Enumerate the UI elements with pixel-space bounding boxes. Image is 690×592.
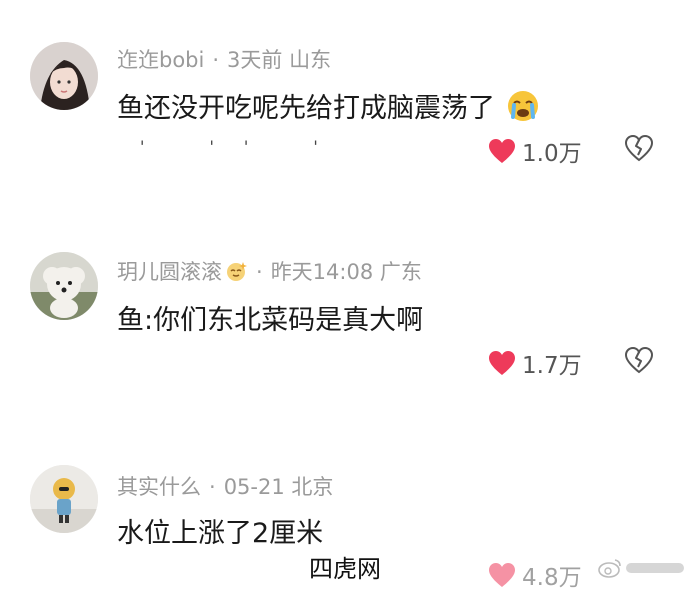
- username[interactable]: 其实什么: [117, 475, 201, 499]
- like-button[interactable]: 4.8万: [488, 558, 582, 592]
- separator: ·: [212, 48, 220, 72]
- timestamp: 3天前: [227, 48, 283, 72]
- weibo-logo-icon: [598, 559, 621, 578]
- girl-avatar-icon: [30, 42, 98, 110]
- heart-filled-icon: [489, 563, 515, 587]
- timestamp: 05-21: [223, 475, 285, 499]
- comment-text[interactable]: 水位上涨了2厘米: [117, 511, 323, 550]
- heart-filled-icon: [489, 139, 515, 163]
- image-artifacts: ' '' ': [140, 137, 348, 156]
- blurred-handle-icon: [626, 563, 684, 573]
- like-count: 1.7万: [522, 353, 582, 379]
- comment-text-content: 鱼还没开吃呢先给打成脑震荡了: [117, 93, 495, 124]
- like-button[interactable]: 1.7万: [488, 346, 582, 380]
- watermark: 四虎网: [270, 548, 420, 590]
- username[interactable]: 玥儿圆滚滚: [117, 260, 222, 284]
- sparkle-emoji-icon: [227, 262, 247, 281]
- comment-text[interactable]: 鱼还没开吃呢先给打成脑震荡了: [117, 86, 540, 125]
- figure-avatar-icon: [30, 465, 98, 533]
- comment-meta: 玥儿圆滚滚 · 昨天14:08 广东: [117, 256, 422, 286]
- location: 广东: [379, 260, 422, 284]
- weibo-watermark: [598, 558, 686, 578]
- separator: ·: [256, 260, 263, 284]
- heart-filled-icon: [489, 351, 515, 375]
- comment-text-content: 水位上涨了2厘米: [117, 518, 324, 549]
- dislike-broken-heart-icon[interactable]: [624, 345, 654, 375]
- comment-text[interactable]: 鱼:你们东北菜码是真大啊: [117, 298, 423, 337]
- like-button[interactable]: 1.0万: [488, 134, 582, 168]
- separator: ·: [209, 475, 216, 499]
- location: 山东: [289, 48, 332, 72]
- crying-emoji-icon: [507, 91, 538, 121]
- dog-avatar-icon: [30, 252, 98, 320]
- username[interactable]: 迮迮bobi: [117, 48, 204, 72]
- dislike-broken-heart-icon[interactable]: [624, 133, 654, 163]
- comment-meta: 迮迮bobi · 3天前 山东: [117, 44, 331, 74]
- avatar[interactable]: [30, 465, 98, 533]
- like-count: 4.8万: [522, 565, 582, 591]
- comment-text-content: 鱼:你们东北菜码是真大啊: [117, 305, 424, 336]
- avatar[interactable]: [30, 252, 98, 320]
- comment-meta: 其实什么 · 05-21 北京: [117, 471, 333, 501]
- timestamp: 昨天14:08: [270, 260, 374, 284]
- like-count: 1.0万: [522, 141, 582, 167]
- location: 北京: [291, 475, 334, 499]
- avatar[interactable]: [30, 42, 98, 110]
